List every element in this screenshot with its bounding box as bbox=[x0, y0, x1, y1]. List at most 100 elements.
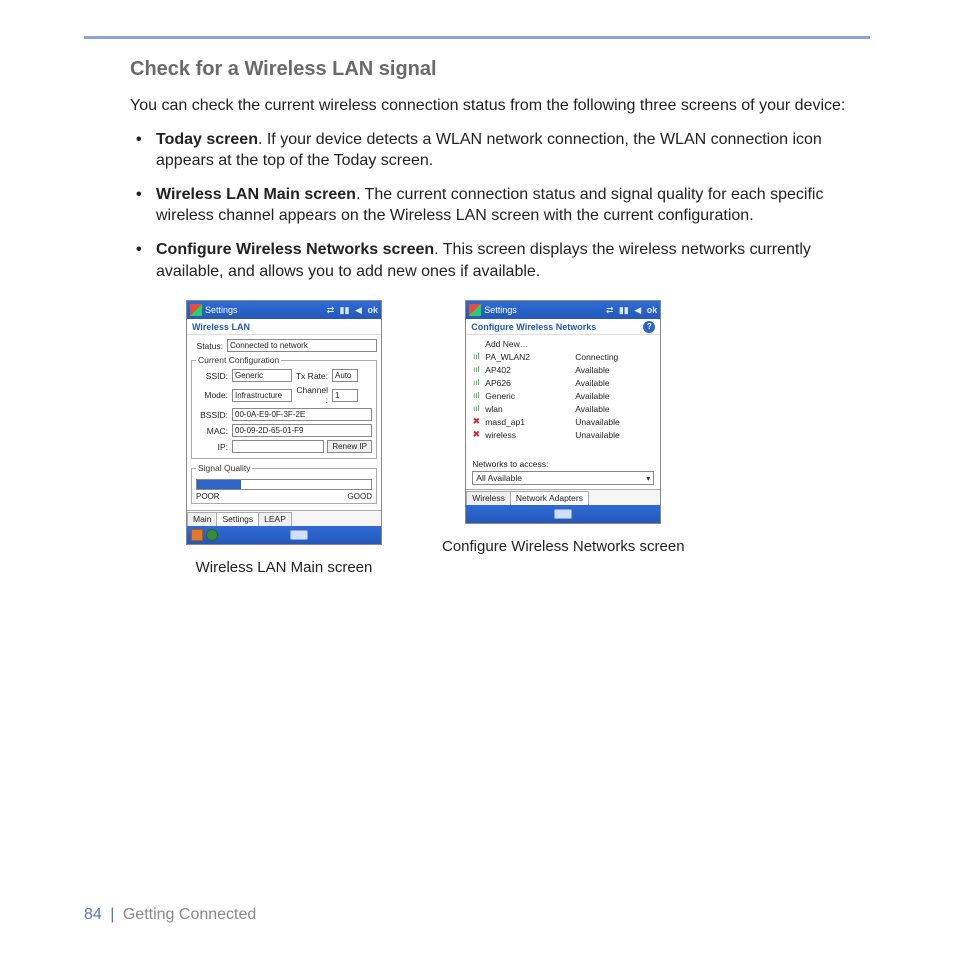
group-legend: Current Configuration bbox=[196, 355, 281, 365]
page-number: 84 bbox=[84, 906, 102, 923]
ssid-label: SSID: bbox=[196, 371, 232, 381]
figure-caption: Configure Wireless Networks screen bbox=[442, 538, 685, 555]
network-status: Unavailable bbox=[575, 430, 656, 440]
screen-subtitle: Configure Wireless Networks ? bbox=[466, 319, 660, 335]
tab-network-adapters[interactable]: Network Adapters bbox=[510, 491, 589, 505]
network-name: PA_WLAN2 bbox=[485, 352, 575, 362]
bullet-list: Today screen. If your device detects a W… bbox=[130, 129, 870, 283]
bullet-item: Configure Wireless Networks screen. This… bbox=[156, 239, 870, 282]
ip-field[interactable] bbox=[232, 440, 324, 453]
networks-to-access-label: Networks to access: bbox=[472, 459, 654, 469]
signal-available-icon: ııl bbox=[470, 391, 482, 401]
bssid-field[interactable]: 00-0A-E9-0F-3F-2E bbox=[232, 408, 372, 421]
ssid-field[interactable]: Generic bbox=[232, 369, 292, 382]
signal-available-icon: ııl bbox=[470, 365, 482, 375]
tab-bar: Main Settings LEAP bbox=[187, 510, 381, 526]
header-rule bbox=[84, 36, 870, 39]
system-bottom-bar bbox=[187, 526, 381, 544]
keyboard-icon[interactable] bbox=[554, 509, 572, 519]
figure-configure-networks: Settings ⇄ ▮▮ ◀ ok Configure Wireless Ne… bbox=[442, 300, 685, 576]
panel-body: Status: Connected to network Current Con… bbox=[187, 335, 381, 510]
start-flag-icon bbox=[190, 304, 202, 316]
network-row[interactable]: ııl wlan Available bbox=[470, 402, 656, 415]
ok-button[interactable]: ok bbox=[647, 305, 658, 315]
bullet-lead: Configure Wireless Networks screen bbox=[156, 241, 434, 258]
tab-settings[interactable]: Settings bbox=[216, 512, 259, 526]
signal-quality-group: Signal Quality POOR GOOD bbox=[191, 463, 377, 504]
window-titlebar: Settings ⇄ ▮▮ ◀ ok bbox=[187, 301, 381, 319]
network-row[interactable]: ııl AP626 Available bbox=[470, 376, 656, 389]
txrate-label: Tx Rate: bbox=[292, 371, 332, 381]
figures-row: Settings ⇄ ▮▮ ◀ ok Wireless LAN Status: … bbox=[186, 300, 870, 576]
network-status: Connecting bbox=[575, 352, 656, 362]
app-icon[interactable] bbox=[191, 529, 203, 541]
screen-subtitle: Wireless LAN bbox=[187, 319, 381, 335]
chapter-name: Getting Connected bbox=[123, 906, 256, 923]
window-title: Settings bbox=[484, 305, 517, 315]
subtitle-text: Configure Wireless Networks bbox=[471, 322, 596, 332]
mac-label: MAC: bbox=[196, 426, 232, 436]
network-row[interactable]: ✖ masd_ap1 Unavailable bbox=[470, 415, 656, 428]
network-row[interactable]: ✖ wireless Unavailable bbox=[470, 428, 656, 441]
network-status: Unavailable bbox=[575, 417, 656, 427]
tab-leap[interactable]: LEAP bbox=[258, 512, 292, 526]
tab-bar: Wireless Network Adapters bbox=[466, 489, 660, 505]
window-title: Settings bbox=[205, 305, 238, 315]
renew-ip-button[interactable]: Renew IP bbox=[327, 440, 372, 453]
channel-label: Channel : bbox=[292, 385, 332, 405]
bullet-lead: Wireless LAN Main screen bbox=[156, 186, 356, 203]
keyboard-icon[interactable] bbox=[290, 530, 308, 540]
signal-icon: ▮▮ bbox=[618, 304, 630, 316]
system-bottom-bar bbox=[466, 505, 660, 523]
section-title: Check for a Wireless LAN signal bbox=[130, 58, 870, 81]
bssid-label: BSSID: bbox=[196, 410, 232, 420]
page: Check for a Wireless LAN signal You can … bbox=[0, 0, 954, 954]
help-icon[interactable]: ? bbox=[643, 321, 655, 333]
network-row[interactable]: ııl AP402 Available bbox=[470, 363, 656, 376]
blank-icon bbox=[470, 339, 482, 349]
network-row[interactable]: ııl PA_WLAN2 Connecting bbox=[470, 350, 656, 363]
tab-main[interactable]: Main bbox=[187, 512, 217, 526]
mode-field[interactable]: Infrastructure bbox=[232, 389, 292, 402]
volume-icon: ◀ bbox=[352, 304, 364, 316]
device-screenshot: Settings ⇄ ▮▮ ◀ ok Configure Wireless Ne… bbox=[465, 300, 661, 524]
network-name: masd_ap1 bbox=[485, 417, 575, 427]
content-area: Check for a Wireless LAN signal You can … bbox=[130, 58, 870, 576]
tab-wireless[interactable]: Wireless bbox=[466, 491, 511, 505]
network-list[interactable]: Add New… ııl PA_WLAN2 Connecting ııl AP4… bbox=[466, 335, 660, 455]
ok-button[interactable]: ok bbox=[367, 305, 378, 315]
network-name: Generic bbox=[485, 391, 575, 401]
connectivity-icon: ⇄ bbox=[604, 304, 616, 316]
channel-field[interactable]: 1 bbox=[332, 389, 358, 402]
status-field[interactable]: Connected to network bbox=[227, 339, 377, 352]
ip-label: IP: bbox=[196, 442, 232, 452]
bullet-item: Wireless LAN Main screen. The current co… bbox=[156, 184, 870, 227]
add-new-label: Add New… bbox=[485, 339, 575, 349]
network-name: AP402 bbox=[485, 365, 575, 375]
signal-icon: ▮▮ bbox=[338, 304, 350, 316]
network-row[interactable]: ııl Generic Available bbox=[470, 389, 656, 402]
bullet-item: Today screen. If your device detects a W… bbox=[156, 129, 870, 172]
txrate-field[interactable]: Auto bbox=[332, 369, 358, 382]
bullet-lead: Today screen bbox=[156, 131, 258, 148]
page-footer: 84 | Getting Connected bbox=[84, 906, 256, 924]
tool-icon[interactable] bbox=[206, 529, 218, 541]
signal-quality-bar bbox=[196, 479, 372, 490]
current-configuration-group: Current Configuration SSID: Generic Tx R… bbox=[191, 355, 377, 459]
group-legend: Signal Quality bbox=[196, 463, 252, 473]
signal-available-icon: ııl bbox=[470, 378, 482, 388]
mode-label: Mode: bbox=[196, 390, 232, 400]
add-new-row[interactable]: Add New… bbox=[470, 337, 656, 350]
window-titlebar: Settings ⇄ ▮▮ ◀ ok bbox=[466, 301, 660, 319]
network-status: Available bbox=[575, 378, 656, 388]
signal-available-icon: ııl bbox=[470, 404, 482, 414]
network-name: wlan bbox=[485, 404, 575, 414]
networks-to-access-dropdown[interactable]: All Available bbox=[472, 471, 654, 485]
volume-icon: ◀ bbox=[632, 304, 644, 316]
mac-field[interactable]: 00-09-2D-65-01-F9 bbox=[232, 424, 372, 437]
signal-good-label: GOOD bbox=[348, 492, 372, 501]
intro-paragraph: You can check the current wireless conne… bbox=[130, 95, 870, 117]
status-label: Status: bbox=[191, 341, 227, 351]
network-status: Available bbox=[575, 404, 656, 414]
footer-separator: | bbox=[110, 906, 114, 923]
